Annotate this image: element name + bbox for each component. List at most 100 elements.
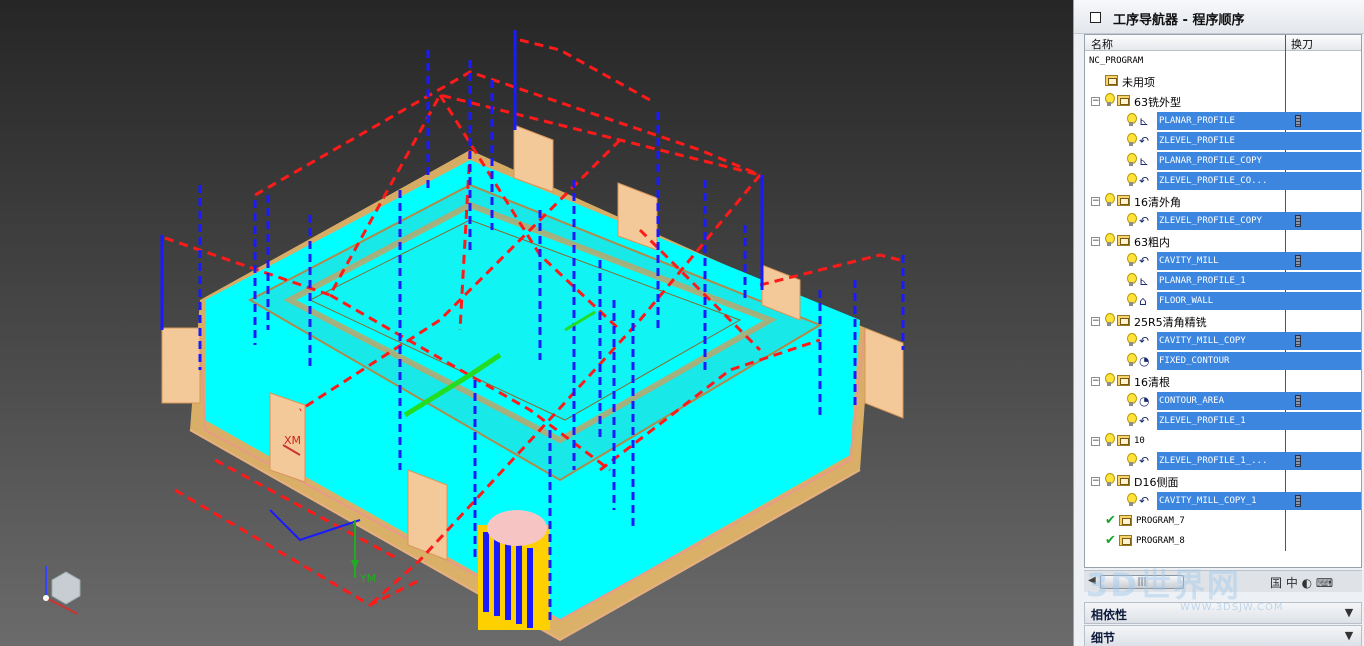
zlevel-operation-icon: ↶ (1139, 134, 1150, 148)
zlevel-operation-icon: ↶ (1139, 174, 1150, 188)
status-bulb-icon (1105, 313, 1115, 326)
row-label: 63铣外型 (1134, 96, 1181, 109)
program-group-row[interactable]: NC_PROGRAM (1085, 51, 1361, 71)
contour-operation-icon: ◔ (1139, 354, 1150, 368)
watermark-logo: 3D世界网 (1086, 566, 1241, 604)
cavity-operation-icon: ↶ (1139, 494, 1150, 508)
program-group-row[interactable]: − 63铣外型 (1085, 91, 1361, 111)
contour-operation-icon: ◔ (1139, 394, 1150, 408)
operation-row[interactable]: ↶ ZLEVEL_PROFILE_1 (1085, 411, 1361, 431)
chevron-down-icon[interactable]: ▼ (1342, 629, 1356, 643)
operation-row[interactable]: ◔ FIXED_CONTOUR (1085, 351, 1361, 371)
status-bulb-icon (1127, 273, 1137, 286)
program-group-row[interactable]: − 16清根 (1085, 371, 1361, 391)
status-bulb-icon (1105, 373, 1115, 386)
status-bulb-icon (1127, 213, 1137, 226)
row-label: 未用项 (1122, 76, 1155, 89)
program-folder-icon (1105, 75, 1118, 86)
program-group-row[interactable]: − 25R5清角精铣 (1085, 311, 1361, 331)
operation-row[interactable]: ↶ ZLEVEL_PROFILE_1_... (1085, 451, 1361, 471)
tool-change-icon (1295, 335, 1301, 347)
status-bulb-icon (1127, 353, 1137, 366)
tree-rows: NC_PROGRAM 未用项 − 63铣外型 ⊾ PLANAR_PROFILE ↶ ZLEVE… (1085, 51, 1361, 551)
collapse-toggle-icon[interactable]: − (1091, 97, 1100, 106)
row-label: FLOOR_WALL (1159, 296, 1214, 306)
tool-change-icon (1295, 115, 1301, 127)
collapse-toggle-icon[interactable]: − (1091, 477, 1100, 486)
operation-row[interactable]: ↶ CAVITY_MILL_COPY (1085, 331, 1361, 351)
program-group-row[interactable]: ✔ PROGRAM_7 (1085, 511, 1361, 531)
operation-row[interactable]: ⌂ FLOOR_WALL (1085, 291, 1361, 311)
status-bulb-icon (1105, 193, 1115, 206)
program-folder-icon (1117, 435, 1130, 446)
program-folder-icon (1117, 475, 1130, 486)
operation-row[interactable]: ↶ CAVITY_MILL_COPY_1 (1085, 491, 1361, 511)
collapse-toggle-icon[interactable]: − (1091, 197, 1100, 206)
program-folder-icon (1117, 315, 1130, 326)
details-panel[interactable]: 细节 ▼ (1084, 625, 1362, 646)
status-bulb-icon (1105, 433, 1115, 446)
operation-row[interactable]: ↶ ZLEVEL_PROFILE_CO... (1085, 171, 1361, 191)
column-name-header[interactable]: 名称 (1091, 36, 1113, 52)
input-method-tray-icon: 国 中 ◐ ⌨ (1270, 576, 1334, 590)
program-group-row[interactable]: − 63粗内 (1085, 231, 1361, 251)
row-label: ZLEVEL_PROFILE_COPY (1159, 216, 1262, 226)
row-label: CAVITY_MILL_COPY_1 (1159, 496, 1257, 506)
operation-row[interactable]: ↶ ZLEVEL_PROFILE (1085, 131, 1361, 151)
planar-operation-icon: ⊾ (1139, 114, 1150, 128)
column-tool-change-header[interactable]: 换刀 (1291, 36, 1313, 52)
row-label: PLANAR_PROFILE (1159, 116, 1235, 126)
collapse-toggle-icon[interactable]: − (1091, 317, 1100, 326)
navigator-title: 工序导航器 - 程序顺序 (1113, 13, 1245, 28)
row-label: CAVITY_MILL_COPY (1159, 336, 1246, 346)
zlevel-operation-icon: ↶ (1139, 214, 1150, 228)
status-bulb-icon (1127, 133, 1137, 146)
tool-change-icon (1295, 455, 1301, 467)
watermark-url: WWW.3DSJW.COM (1180, 602, 1284, 613)
operation-row[interactable]: ⊾ PLANAR_PROFILE_1 (1085, 271, 1361, 291)
operation-row[interactable]: ◔ CONTOUR_AREA (1085, 391, 1361, 411)
operation-tree[interactable]: 名称 换刀 NC_PROGRAM 未用项 − 63铣外型 ⊾ PLANAR_PROFILE… (1084, 34, 1362, 568)
graphics-viewport[interactable]: XM YM (0, 0, 1073, 646)
status-bulb-icon (1127, 293, 1137, 306)
program-group-row[interactable]: − D16侧面 (1085, 471, 1361, 491)
row-label: ZLEVEL_PROFILE_1 (1159, 416, 1246, 426)
collapse-toggle-icon[interactable]: − (1091, 237, 1100, 246)
dependencies-panel-label: 相依性 (1091, 608, 1128, 622)
program-folder-icon (1117, 195, 1130, 206)
navigator-header: 工序导航器 - 程序顺序 (1074, 0, 1364, 34)
program-group-row[interactable]: ✔ PROGRAM_8 (1085, 531, 1361, 551)
operation-row[interactable]: ⊾ PLANAR_PROFILE_COPY (1085, 151, 1361, 171)
row-label: ZLEVEL_PROFILE_1_... (1159, 456, 1268, 466)
operation-row[interactable]: ⊾ PLANAR_PROFILE (1085, 111, 1361, 131)
status-bulb-icon (1127, 413, 1137, 426)
chevron-down-icon[interactable]: ▼ (1342, 606, 1356, 620)
view-triad-icon[interactable] (43, 566, 81, 615)
cavity-operation-icon: ↶ (1139, 334, 1150, 348)
zlevel-operation-icon: ↶ (1139, 454, 1150, 468)
zlevel-operation-icon: ↶ (1139, 414, 1150, 428)
status-bulb-icon (1127, 153, 1137, 166)
restore-window-icon[interactable] (1090, 12, 1101, 23)
program-folder-icon (1117, 235, 1130, 246)
program-group-row[interactable]: 未用项 (1085, 71, 1361, 91)
row-label: 25R5清角精铣 (1134, 316, 1207, 329)
row-label: NC_PROGRAM (1089, 56, 1144, 66)
operation-row[interactable]: ↶ CAVITY_MILL (1085, 251, 1361, 271)
row-label: 63粗内 (1134, 236, 1170, 249)
row-label: 16清根 (1134, 376, 1170, 389)
xm-axis-label: XM (284, 434, 301, 447)
status-bulb-icon (1127, 393, 1137, 406)
program-group-row[interactable]: − 16清外角 (1085, 191, 1361, 211)
ym-axis-label: YM (359, 572, 376, 585)
operation-row[interactable]: ↶ ZLEVEL_PROFILE_COPY (1085, 211, 1361, 231)
program-group-row[interactable]: − 10 (1085, 431, 1361, 451)
collapse-toggle-icon[interactable]: − (1091, 377, 1100, 386)
row-label: 16清外角 (1134, 196, 1181, 209)
planar-operation-icon: ⊾ (1139, 274, 1150, 288)
collapse-toggle-icon[interactable]: − (1091, 437, 1100, 446)
row-label: CAVITY_MILL (1159, 256, 1219, 266)
program-folder-icon (1117, 95, 1130, 106)
status-bulb-icon (1127, 333, 1137, 346)
complete-check-icon: ✔ (1105, 513, 1116, 528)
